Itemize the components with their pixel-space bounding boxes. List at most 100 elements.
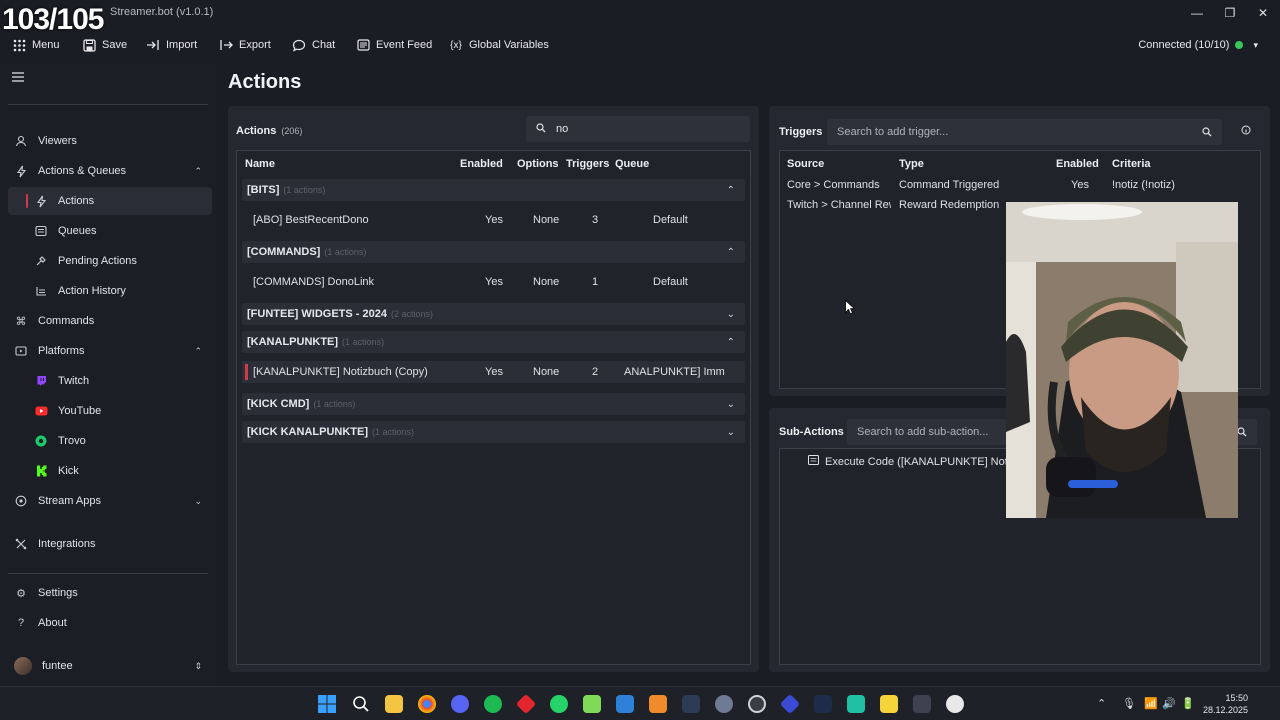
minimize-button[interactable]: — (1182, 4, 1212, 22)
chevron-down-icon[interactable]: ⌄ (727, 427, 735, 438)
audio-app-icon[interactable] (814, 695, 832, 713)
actions-search-input[interactable]: no (526, 116, 750, 142)
app-icon[interactable] (515, 693, 537, 715)
app-icon[interactable] (847, 695, 865, 713)
sidebar-item-platforms[interactable]: Platforms ⌃ (8, 337, 212, 365)
sidebar-item-queues[interactable]: Queues (8, 217, 212, 245)
sidebar-item-about[interactable]: ? About (8, 609, 212, 637)
windows-start-icon[interactable] (318, 695, 336, 713)
user-profile[interactable]: funtee ⇕ (8, 652, 212, 680)
sidebar-item-actions-queues[interactable]: Actions & Queues ⌃ (8, 157, 212, 185)
chevron-up-icon[interactable]: ⌃ (727, 247, 735, 258)
group-header[interactable]: [KICK CMD] (1 actions) ⌄ (242, 393, 745, 415)
sidebar-item-integrations[interactable]: Integrations (8, 530, 212, 558)
group-header[interactable]: [KANALPUNKTE] (1 actions) ⌃ (242, 331, 745, 353)
sidebar-item-actions[interactable]: Actions (8, 187, 212, 215)
discord-icon[interactable] (451, 695, 469, 713)
question-icon: ? (17, 617, 25, 629)
event-feed-label: Event Feed (376, 39, 433, 51)
column-header-enabled[interactable]: Enabled (1056, 158, 1099, 170)
table-row[interactable]: [COMMANDS] DonoLink Yes None 1 Default (242, 271, 745, 293)
sidebar-item-commands[interactable]: ⌘ Commands (8, 307, 212, 335)
column-header-enabled[interactable]: Enabled (460, 158, 503, 170)
chevron-up-icon[interactable]: ⌃ (727, 337, 735, 348)
twitch-icon (34, 374, 48, 388)
hamburger-icon[interactable] (12, 72, 24, 85)
sidebar-item-pending-actions[interactable]: Pending Actions (8, 247, 212, 275)
clock[interactable]: 15:50 28.12.2025 (1203, 692, 1248, 716)
app-icon[interactable] (715, 695, 733, 713)
sticky-notes-icon[interactable] (880, 695, 898, 713)
cell-name: [COMMANDS] DonoLink (253, 276, 375, 288)
chevron-down-icon[interactable]: ⌄ (727, 399, 735, 410)
sidebar-item-label: Kick (58, 465, 79, 477)
table-row[interactable]: [ABO] BestRecentDono Yes None 3 Default (242, 209, 745, 231)
microphone-icon[interactable]: 🎙 (1122, 697, 1136, 710)
event-feed-button[interactable]: Event Feed (356, 36, 432, 54)
group-header[interactable]: [KICK KANALPUNKTE] (1 actions) ⌄ (242, 421, 745, 443)
column-header-criteria[interactable]: Criteria (1112, 158, 1151, 170)
column-header-options[interactable]: Options (517, 158, 559, 170)
save-button[interactable]: Save (82, 36, 127, 54)
export-button[interactable]: Export (219, 36, 271, 54)
battery-icon[interactable]: 🔋 (1181, 697, 1195, 710)
wifi-icon[interactable]: 📶 (1144, 697, 1158, 710)
menu-button[interactable]: Menu (12, 36, 60, 54)
cell-type: Reward Redemption (899, 199, 1000, 211)
app-icon[interactable] (649, 695, 667, 713)
chat-button[interactable]: Chat (292, 36, 335, 54)
subaction-item[interactable]: Execute Code ([KANALPUNKTE] Notizbuch (808, 455, 1040, 468)
feed-icon (356, 38, 370, 52)
chevron-up-icon[interactable]: ⌃ (1097, 697, 1106, 710)
volume-icon[interactable]: 🔊 (1162, 697, 1176, 710)
obs-icon[interactable] (748, 695, 766, 713)
sidebar-item-label: Pending Actions (58, 255, 137, 267)
info-icon[interactable] (1241, 125, 1251, 138)
kick-icon (34, 464, 48, 478)
group-header[interactable]: [COMMANDS] (1 actions) ⌃ (242, 241, 745, 263)
sidebar-item-trovo[interactable]: Trovo (8, 427, 212, 455)
file-explorer-icon[interactable] (385, 695, 403, 713)
table-row-selected[interactable]: [KANALPUNKTE] Notizbuch (Copy) Yes None … (242, 361, 745, 383)
column-header-triggers[interactable]: Triggers (566, 158, 609, 170)
command-icon: ⌘ (15, 315, 27, 328)
column-header-queue[interactable]: Queue (615, 158, 649, 170)
vscode-icon[interactable] (616, 695, 634, 713)
search-icon[interactable] (352, 695, 370, 713)
connection-status[interactable]: Connected (10/10) ▾ (1138, 36, 1258, 54)
maximize-button[interactable]: ❐ (1215, 4, 1245, 22)
sidebar-item-viewers[interactable]: Viewers (8, 127, 212, 155)
group-name: [KANALPUNKTE] (247, 336, 339, 348)
sidebar-item-stream-apps[interactable]: Stream Apps ⌄ (8, 487, 212, 515)
sidebar-item-label: Actions (58, 195, 95, 207)
chevron-down-icon[interactable]: ⌄ (727, 309, 735, 320)
whatsapp-icon[interactable] (550, 695, 568, 713)
sidebar-item-settings[interactable]: ⚙ Settings (8, 579, 212, 607)
chevron-up-icon[interactable]: ⌃ (727, 185, 735, 196)
import-button[interactable]: Import (146, 36, 197, 54)
group-header[interactable]: [FUNTEE] WIDGETS - 2024 (2 actions) ⌄ (242, 303, 745, 325)
global-variables-button[interactable]: {x} Global Variables (449, 36, 549, 54)
sidebar-item-twitch[interactable]: Twitch (8, 367, 212, 395)
chatgpt-icon[interactable] (946, 695, 964, 713)
chat-icon (292, 38, 306, 52)
column-header-type[interactable]: Type (899, 158, 924, 170)
trigger-search-placeholder: Search to add trigger... (837, 126, 949, 138)
sidebar-item-kick[interactable]: Kick (8, 457, 212, 485)
sidebar-item-action-history[interactable]: Action History (8, 277, 212, 305)
column-header-source[interactable]: Source (787, 158, 824, 170)
steam-icon[interactable] (682, 695, 700, 713)
close-button[interactable]: ✕ (1248, 4, 1278, 22)
app-icon[interactable] (913, 695, 931, 713)
notepad-icon[interactable] (583, 695, 601, 713)
trigger-search-input[interactable]: Search to add trigger... (827, 119, 1222, 145)
chrome-icon[interactable] (418, 695, 436, 713)
pending-icon (34, 254, 48, 268)
group-header[interactable]: [BITS] (1 actions) ⌃ (242, 179, 745, 201)
sidebar-item-youtube[interactable]: YouTube (8, 397, 212, 425)
apps-icon (14, 494, 28, 508)
trigger-row[interactable]: Core > Commands Command Triggered Yes !n… (780, 179, 1260, 199)
column-header-name[interactable]: Name (245, 158, 275, 170)
streamerbot-icon[interactable] (779, 693, 801, 715)
spotify-icon[interactable] (484, 695, 502, 713)
